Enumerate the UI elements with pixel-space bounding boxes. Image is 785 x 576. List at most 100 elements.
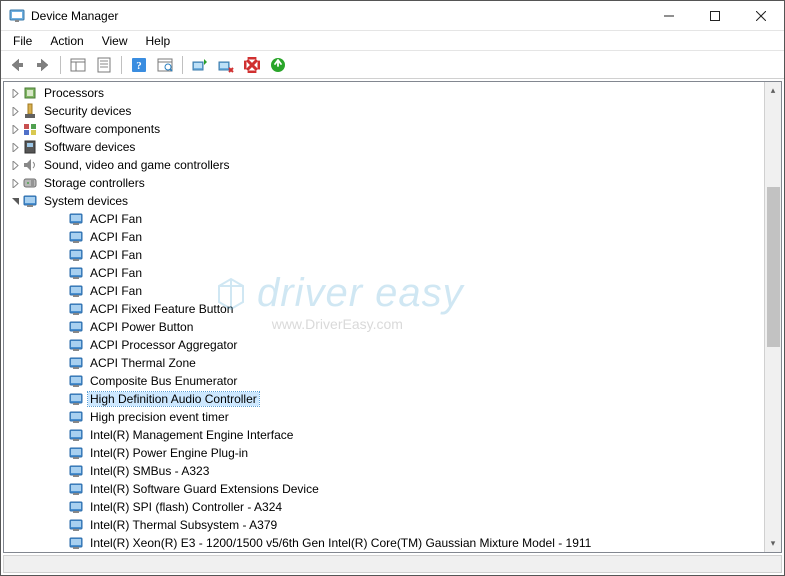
tree-item-label: ACPI Processor Aggregator [88,338,239,352]
collapse-icon[interactable] [8,194,22,208]
tree-item[interactable]: ACPI Fan [4,282,764,300]
tree-item[interactable]: ACPI Fan [4,246,764,264]
tree-item[interactable]: High Definition Audio Controller [4,390,764,408]
statusbar [3,555,782,573]
vertical-scrollbar[interactable]: ▴ ▾ [764,82,781,552]
tree-item-label: ACPI Fan [88,266,144,280]
device-icon [68,373,84,389]
tree-item-label: ACPI Fan [88,230,144,244]
expand-icon[interactable] [8,176,22,190]
tree-category[interactable]: Security devices [4,102,764,120]
tree-item[interactable]: ACPI Fan [4,228,764,246]
scroll-down-button[interactable]: ▾ [765,535,781,552]
cpu-icon [22,85,38,101]
forward-button[interactable] [31,54,55,76]
software-comp-icon [22,121,38,137]
tree-category[interactable]: Software devices [4,138,764,156]
tree-item-label: ACPI Fan [88,248,144,262]
toolbar-separator [121,56,122,74]
scan-hardware-button[interactable] [153,54,177,76]
tree-item-label: Intel(R) Software Guard Extensions Devic… [88,482,321,496]
tree-item[interactable]: ACPI Fan [4,210,764,228]
tree-item[interactable]: Intel(R) SMBus - A323 [4,462,764,480]
tree-item[interactable]: ACPI Thermal Zone [4,354,764,372]
device-icon [68,247,84,263]
device-icon [68,535,84,551]
tree-item[interactable]: ACPI Fan [4,264,764,282]
system-icon [22,193,38,209]
device-icon [68,211,84,227]
tree-item-label: Intel(R) Xeon(R) E3 - 1200/1500 v5/6th G… [88,536,593,550]
tree-item-label: Intel(R) Thermal Subsystem - A379 [88,518,279,532]
disable-device-button[interactable] [240,54,264,76]
tree-category[interactable]: Software components [4,120,764,138]
tree-item-label: ACPI Fixed Feature Button [88,302,235,316]
update-driver-button[interactable] [188,54,212,76]
tree-item[interactable]: Intel(R) Power Engine Plug-in [4,444,764,462]
tree-item[interactable]: High precision event timer [4,408,764,426]
expand-icon[interactable] [8,140,22,154]
tree-category-label: Processors [42,86,106,100]
tree-category[interactable]: Sound, video and game controllers [4,156,764,174]
scroll-up-button[interactable]: ▴ [765,82,781,99]
toolbar-separator [60,56,61,74]
tree-item[interactable]: Intel(R) SPI (flash) Controller - A324 [4,498,764,516]
tree-item-label: High Definition Audio Controller [88,392,259,406]
expand-icon[interactable] [8,104,22,118]
tree-item[interactable]: Intel(R) Xeon(R) E3 - 1200/1500 v5/6th G… [4,534,764,552]
device-icon [68,391,84,407]
expand-icon[interactable] [8,158,22,172]
scrollbar-thumb[interactable] [767,187,780,347]
device-icon [68,445,84,461]
tree-category-label: Software components [42,122,162,136]
tree-item-label: Intel(R) SMBus - A323 [88,464,211,478]
expand-icon[interactable] [8,86,22,100]
software-dev-icon [22,139,38,155]
menu-action[interactable]: Action [42,32,91,50]
tree-category[interactable]: Processors [4,84,764,102]
show-hide-console-button[interactable] [66,54,90,76]
back-button[interactable] [5,54,29,76]
tree-item[interactable]: Composite Bus Enumerator [4,372,764,390]
enable-device-button[interactable] [266,54,290,76]
device-icon [68,463,84,479]
device-icon [68,265,84,281]
tree-item-label: ACPI Fan [88,284,144,298]
close-button[interactable] [738,1,784,30]
tree-item[interactable]: ACPI Processor Aggregator [4,336,764,354]
tree-category-label: Storage controllers [42,176,147,190]
storage-icon [22,175,38,191]
tree-item-label: ACPI Fan [88,212,144,226]
uninstall-device-button[interactable] [214,54,238,76]
tree-category[interactable]: Storage controllers [4,174,764,192]
device-tree[interactable]: Processors Security devices Software compo… [4,82,764,552]
device-icon [68,517,84,533]
tree-item-label: Intel(R) SPI (flash) Controller - A324 [88,500,284,514]
menu-help[interactable]: Help [138,32,179,50]
menu-file[interactable]: File [5,32,40,50]
device-icon [68,481,84,497]
tree-category[interactable]: System devices [4,192,764,210]
tree-item[interactable]: Intel(R) Thermal Subsystem - A379 [4,516,764,534]
device-icon [68,337,84,353]
tree-item[interactable]: ACPI Power Button [4,318,764,336]
expand-icon[interactable] [8,122,22,136]
menu-view[interactable]: View [94,32,136,50]
help-button[interactable]: ? [127,54,151,76]
minimize-button[interactable] [646,1,692,30]
device-icon [68,283,84,299]
window-controls [646,1,784,30]
device-icon [68,499,84,515]
tree-item[interactable]: ACPI Fixed Feature Button [4,300,764,318]
tree-view-container: Processors Security devices Software compo… [3,81,782,553]
tree-item[interactable]: Intel(R) Software Guard Extensions Devic… [4,480,764,498]
tree-item-label: High precision event timer [88,410,231,424]
tree-item[interactable]: Intel(R) Management Engine Interface [4,426,764,444]
properties-button[interactable] [92,54,116,76]
tree-item-label: Composite Bus Enumerator [88,374,239,388]
tree-category-label: Software devices [42,140,137,154]
device-icon [68,229,84,245]
maximize-button[interactable] [692,1,738,30]
window-title: Device Manager [31,9,646,23]
titlebar: Device Manager [1,1,784,31]
